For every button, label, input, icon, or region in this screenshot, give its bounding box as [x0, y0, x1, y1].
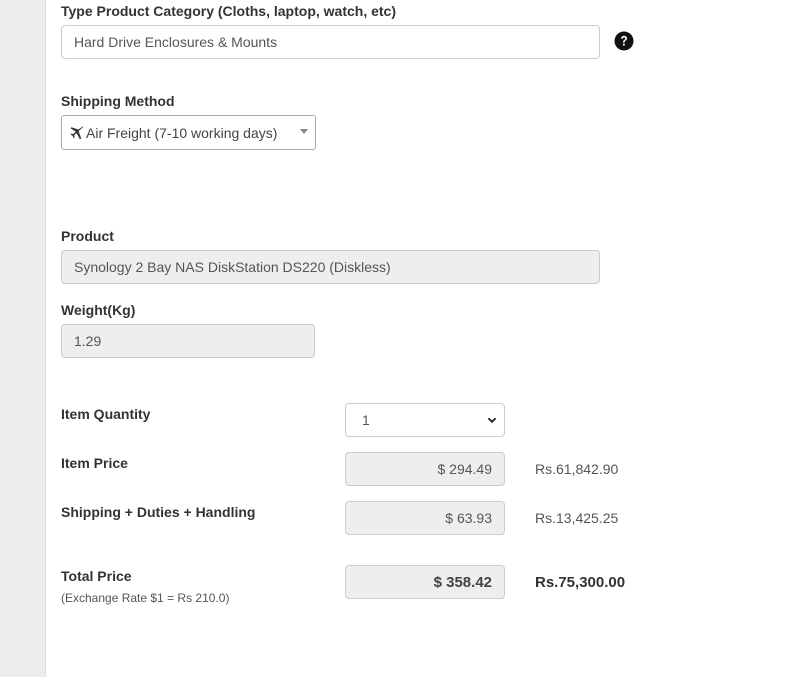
category-label: Type Product Category (Cloths, laptop, w…: [61, 3, 396, 19]
product-field: Synology 2 Bay NAS DiskStation DS220 (Di…: [61, 250, 600, 284]
quantity-select[interactable]: 1: [345, 403, 505, 437]
shipping-method-select[interactable]: Air Freight (7-10 working days): [61, 115, 316, 150]
weight-field: 1.29: [61, 324, 315, 358]
chevron-down-icon: [487, 417, 497, 424]
quantity-selected: 1: [362, 412, 370, 428]
shipping-method-selected: Air Freight (7-10 working days): [86, 124, 278, 141]
shipping-method-label: Shipping Method: [61, 93, 175, 109]
category-input[interactable]: Hard Drive Enclosures & Mounts: [61, 25, 600, 59]
left-gutter: [0, 0, 46, 677]
exchange-rate-note: (Exchange Rate $1 = Rs 210.0): [61, 591, 230, 605]
total-price-label: Total Price: [61, 568, 132, 584]
total-price-lkr: Rs.75,300.00: [535, 574, 626, 591]
question-circle-icon[interactable]: [614, 31, 634, 51]
item-price-lkr: Rs.61,842.90: [535, 461, 619, 477]
shipping-cost-lkr: Rs.13,425.25: [535, 510, 619, 526]
dropdown-caret-icon: [300, 129, 308, 134]
quantity-label: Item Quantity: [61, 406, 151, 422]
weight-label: Weight(Kg): [61, 302, 136, 318]
product-label: Product: [61, 228, 114, 244]
plane-icon: [70, 125, 83, 139]
shipping-cost-label: Shipping + Duties + Handling: [61, 504, 256, 520]
item-price-usd: $ 294.49: [345, 452, 505, 486]
total-price-usd: $ 358.42: [345, 565, 505, 599]
item-price-label: Item Price: [61, 455, 128, 471]
shipping-cost-usd: $ 63.93: [345, 501, 505, 535]
